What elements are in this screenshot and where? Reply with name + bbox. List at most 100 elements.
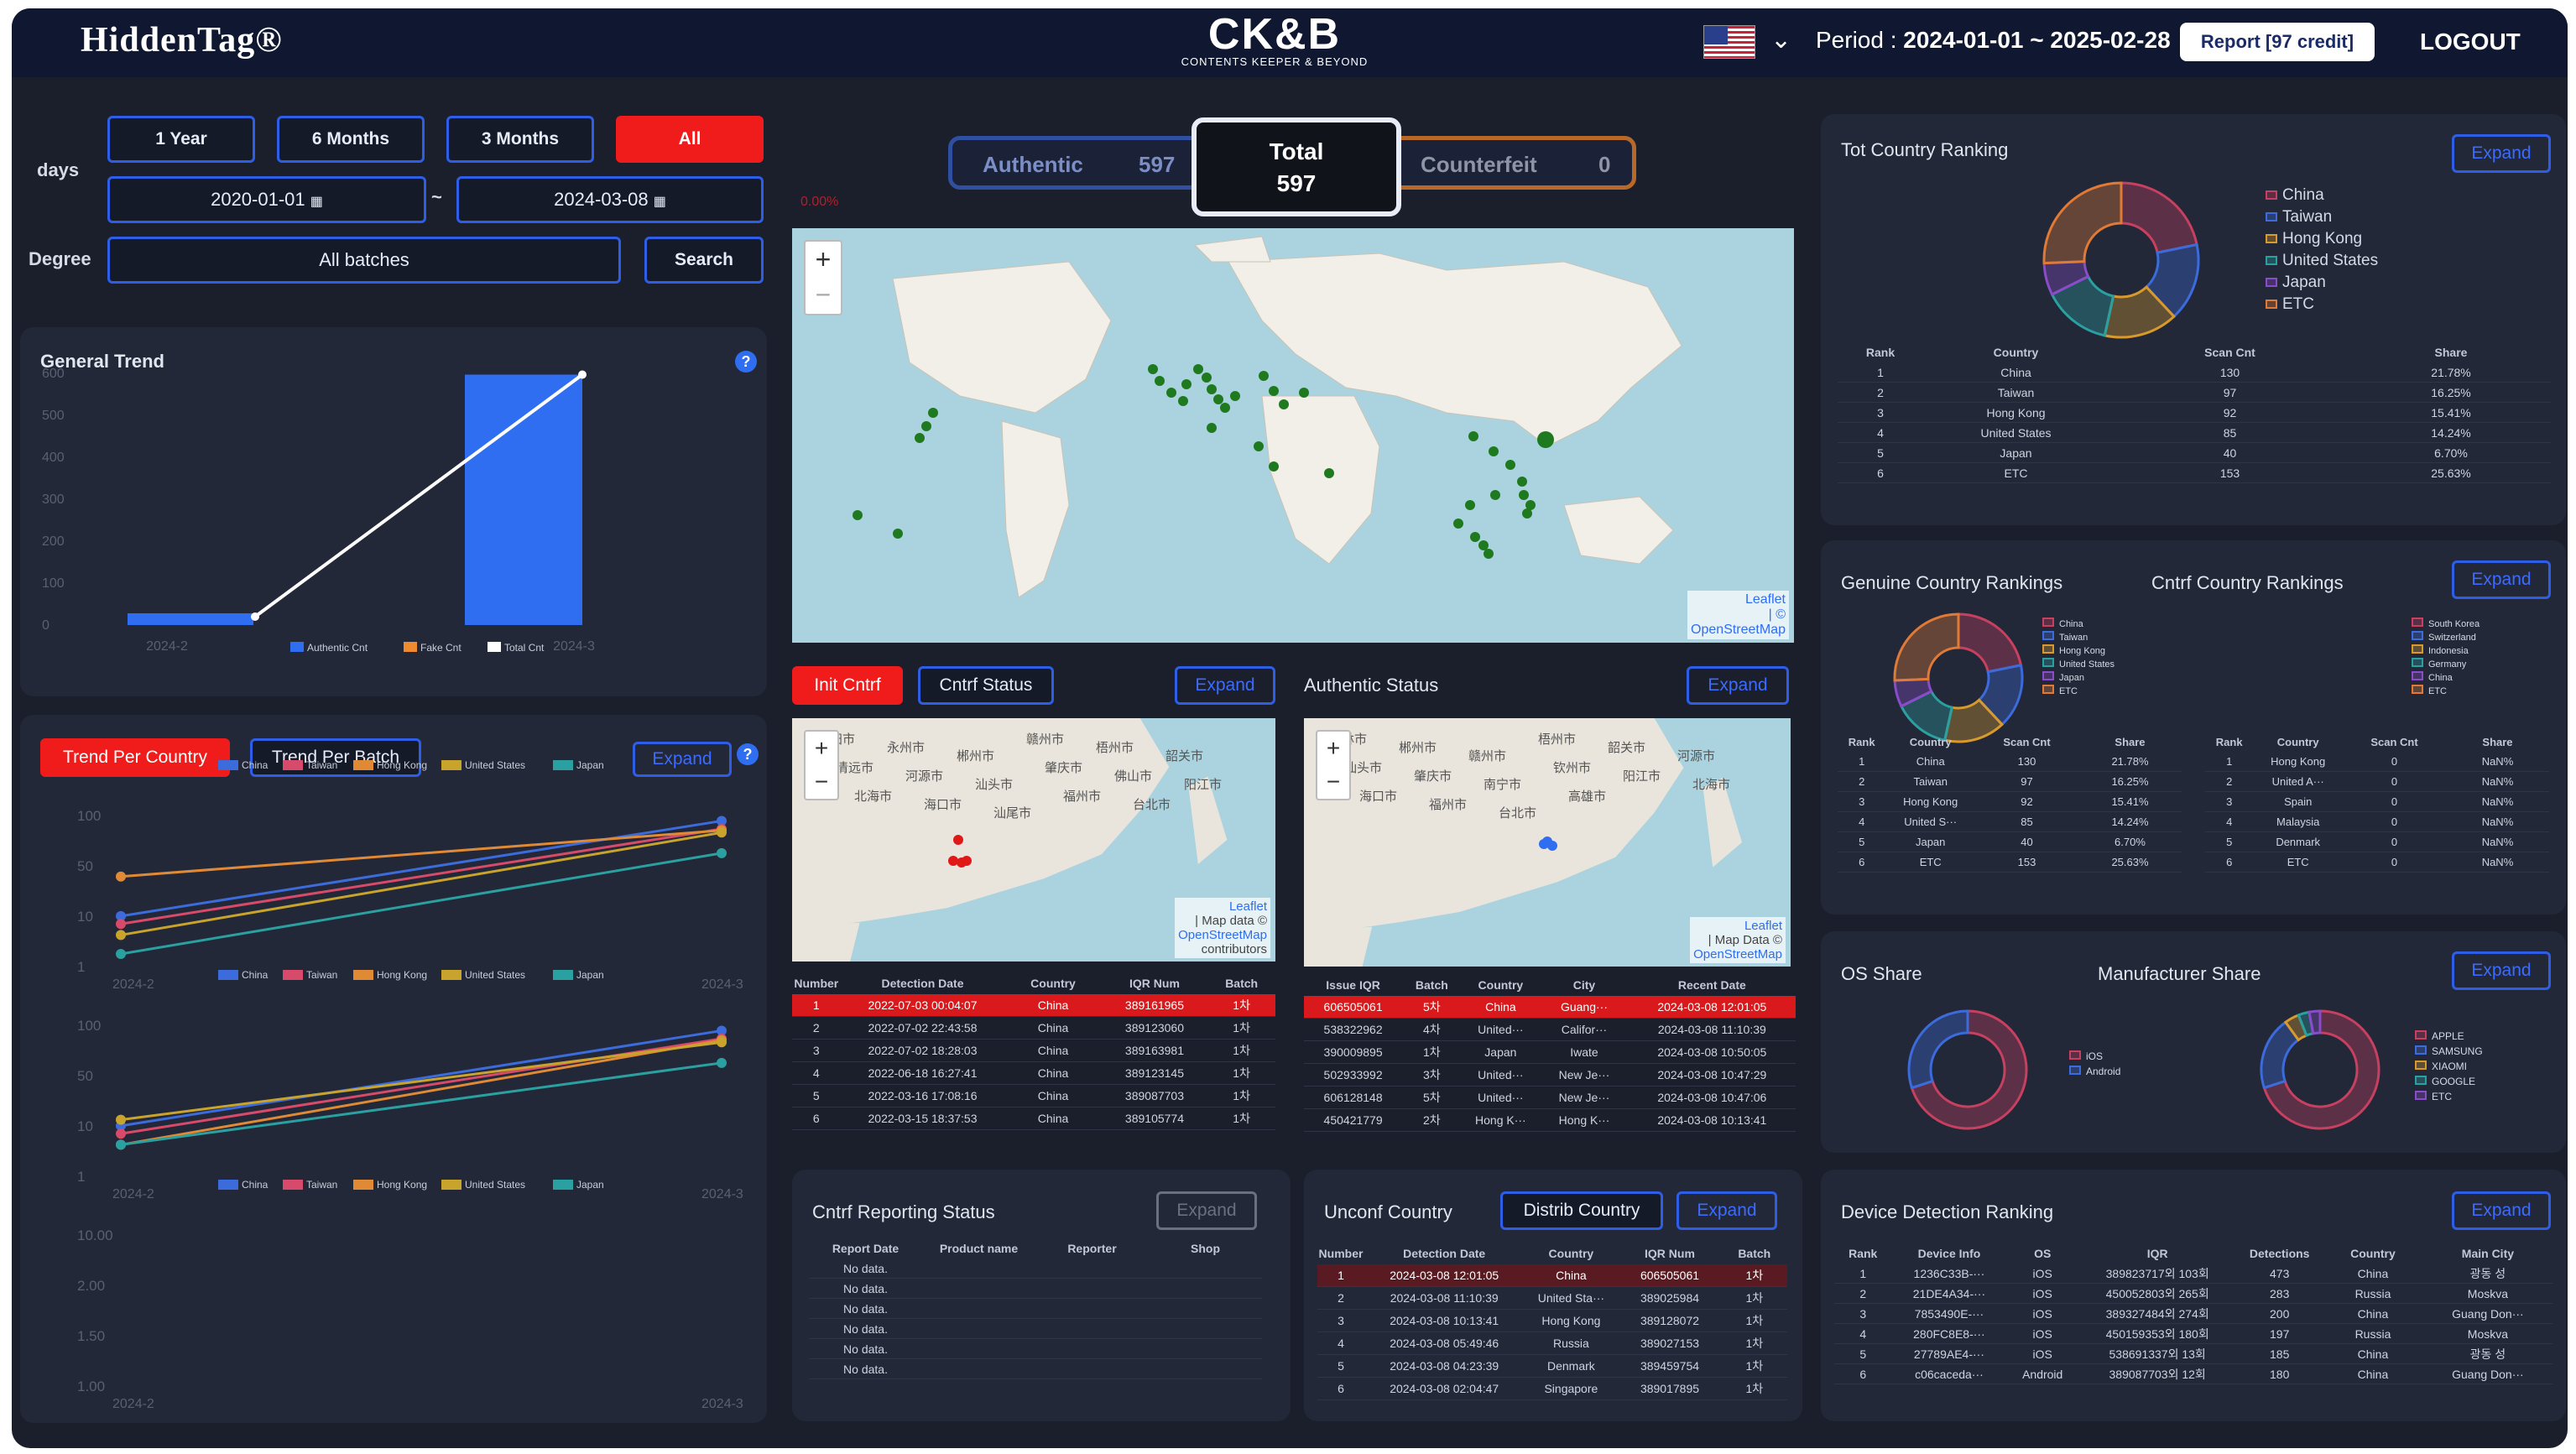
legend-item[interactable]: SAMSUNG	[2415, 1044, 2483, 1059]
expand-button[interactable]: Expand	[1676, 1191, 1777, 1230]
table-row[interactable]: 1 2024-03-08 12:01:05 China 606505061 1차	[1317, 1264, 1787, 1287]
table-row[interactable]: 5 Denmark 0 NaN%	[2205, 832, 2549, 852]
table-row[interactable]: 1 1236C33B-··· iOS 389823717외 103회 473 China 광…	[1834, 1264, 2553, 1284]
table-row[interactable]: No data.	[809, 1279, 1262, 1299]
expand-button[interactable]: Expand	[2452, 1191, 2551, 1230]
zoom-in-button[interactable]: +	[806, 242, 841, 277]
table-row[interactable]: 450421779 2차 Hong K··· Hong K··· 2024-03-08 …	[1304, 1109, 1796, 1132]
calendar-icon[interactable]: ▦	[654, 195, 666, 209]
column-header[interactable]: Share	[2078, 736, 2182, 748]
legend-item[interactable]: Japan	[2042, 671, 2115, 685]
table-row[interactable]: 5 2022-03-16 17:08:16 China 389087703 1차	[792, 1085, 1275, 1107]
legend-item[interactable]: Germany	[2412, 658, 2480, 671]
table-row[interactable]: 3 2022-07-02 18:28:03 China 389163981 1차	[792, 1040, 1275, 1062]
column-header[interactable]: Share	[2446, 736, 2549, 748]
column-header[interactable]: Detection Date	[841, 977, 1005, 990]
tab-init-cntrf[interactable]: Init Cntrf	[792, 666, 903, 705]
legend-item[interactable]: United States	[2042, 658, 2115, 671]
legend-item[interactable]: Hong Kong	[2266, 228, 2378, 250]
table-row[interactable]: 1 Hong Kong 0 NaN%	[2205, 752, 2549, 772]
legend-item[interactable]: Android	[2069, 1064, 2120, 1079]
legend-item[interactable]: ETC	[2266, 294, 2378, 315]
expand-button[interactable]: Expand	[1175, 666, 1275, 705]
table-row[interactable]: 6 ETC 0 NaN%	[2205, 852, 2549, 873]
table-row[interactable]: 3 2024-03-08 10:13:41 Hong Kong 389128072 1차	[1317, 1310, 1787, 1332]
date-to-input[interactable]: 2024-03-08 ▦	[456, 176, 764, 223]
attribution-osm[interactable]: OpenStreetMap	[1691, 623, 1786, 638]
table-row[interactable]: 5 2024-03-08 04:23:39 Denmark 389459754 1차	[1317, 1355, 1787, 1378]
table-row[interactable]: 4 2024-03-08 05:49:46 Russia 389027153 1차	[1317, 1332, 1787, 1355]
date-from-input[interactable]: 2020-01-01 ▦	[107, 176, 426, 223]
column-header[interactable]: Country	[1004, 977, 1101, 990]
table-row[interactable]: 2 United A··· 0 NaN%	[2205, 772, 2549, 792]
range-all-button[interactable]: All	[616, 116, 764, 163]
attribution-leaflet[interactable]: Leaflet	[1178, 899, 1267, 914]
report-button[interactable]: Report [97 credit]	[2180, 23, 2375, 61]
column-header[interactable]: Reporter	[1035, 1242, 1149, 1255]
table-row[interactable]: 1 China 130 21.78%	[1838, 752, 2182, 772]
column-header[interactable]: Recent Date	[1629, 978, 1796, 992]
range-1-year-button[interactable]: 1 Year	[107, 116, 255, 163]
legend-item[interactable]: APPLE	[2415, 1029, 2483, 1044]
column-header[interactable]: Batch	[1207, 977, 1275, 990]
degree-select[interactable]: All batches	[107, 237, 621, 284]
column-header[interactable]: Detection Date	[1364, 1247, 1524, 1260]
legend-item[interactable]: China	[2042, 618, 2115, 631]
column-header[interactable]: IQR	[2078, 1247, 2236, 1260]
column-header[interactable]: Country	[2253, 736, 2343, 748]
table-row[interactable]: 1 China 130 21.78%	[1838, 362, 2551, 383]
legend-item[interactable]: ETC	[2042, 685, 2115, 698]
counterfeit-pill[interactable]: Counterfeit 0	[1374, 136, 1636, 190]
column-header[interactable]: Scan Cnt	[1975, 736, 2078, 748]
zoom-in-button[interactable]: +	[1317, 732, 1349, 765]
total-pill[interactable]: Total 597	[1192, 117, 1401, 216]
column-header[interactable]: City	[1540, 978, 1628, 992]
table-row[interactable]: No data.	[809, 1259, 1262, 1279]
legend-item[interactable]: Hong Kong	[2042, 644, 2115, 658]
column-header[interactable]: IQR Num	[1618, 1247, 1721, 1260]
table-row[interactable]: No data.	[809, 1299, 1262, 1319]
table-row[interactable]: 3 Spain 0 NaN%	[2205, 792, 2549, 812]
column-header[interactable]: Share	[2351, 346, 2551, 359]
logout-button[interactable]: LOGOUT	[2420, 29, 2521, 55]
hiddentag-logo[interactable]: HiddenTag®	[81, 20, 283, 60]
column-header[interactable]: Number	[1317, 1247, 1364, 1260]
authentic-status-map[interactable]: 桂林市郴州市赣州市梧州市韶关市河源市汕头市肇庆市南宁市钦州市阳江市北海市海口市福…	[1304, 718, 1791, 967]
attribution-leaflet[interactable]: Leaflet	[1691, 592, 1786, 607]
attribution-osm[interactable]: OpenStreetMap	[1693, 947, 1782, 962]
world-map[interactable]: + − Leaflet | © OpenStreetMap	[792, 228, 1794, 643]
table-row[interactable]: 2 2024-03-08 11:10:39 United Sta··· 3890259…	[1317, 1287, 1787, 1310]
legend-item[interactable]: ETC	[2415, 1089, 2483, 1104]
table-row[interactable]: 4 United S··· 85 14.24%	[1838, 812, 2182, 832]
map-attribution[interactable]: Leaflet | © OpenStreetMap	[1687, 591, 1789, 639]
attribution-leaflet[interactable]: Leaflet	[1693, 919, 1782, 933]
tab-distrib-country[interactable]: Distrib Country	[1500, 1191, 1663, 1230]
column-header[interactable]: OS	[2006, 1247, 2078, 1260]
expand-button[interactable]: Expand	[1687, 666, 1789, 705]
table-row[interactable]: No data.	[809, 1319, 1262, 1339]
range-3-months-button[interactable]: 3 Months	[446, 116, 594, 163]
table-row[interactable]: 5 27789AE4-··· iOS 538691337외 13회 185 China 광동…	[1834, 1344, 2553, 1364]
column-header[interactable]: Rank	[1838, 736, 1885, 748]
legend-item[interactable]: China	[2412, 671, 2480, 685]
legend-item[interactable]: iOS	[2069, 1049, 2120, 1064]
table-row[interactable]: 6 ETC 153 25.63%	[1838, 463, 2551, 483]
legend-item[interactable]: Switzerland	[2412, 631, 2480, 644]
attribution-osm[interactable]: OpenStreetMap	[1178, 928, 1267, 942]
column-header[interactable]: Product name	[922, 1242, 1035, 1255]
column-header[interactable]: Detections	[2236, 1247, 2323, 1260]
table-row[interactable]: 6 2024-03-08 02:04:47 Singapore 389017895 1차	[1317, 1378, 1787, 1400]
expand-button[interactable]: Expand	[2452, 560, 2551, 599]
table-row[interactable]: 2 2022-07-02 22:43:58 China 389123060 1차	[792, 1017, 1275, 1040]
legend-item[interactable]: GOOGLE	[2415, 1074, 2483, 1089]
table-row[interactable]: 4 United States 85 14.24%	[1838, 423, 2551, 443]
expand-button[interactable]: Expand	[2452, 134, 2551, 173]
legend-item[interactable]: ETC	[2412, 685, 2480, 698]
table-row[interactable]: 6 ETC 153 25.63%	[1838, 852, 2182, 873]
legend-item[interactable]: China	[2266, 185, 2378, 206]
table-row[interactable]: 5 Japan 40 6.70%	[1838, 832, 2182, 852]
table-row[interactable]: 2 Taiwan 97 16.25%	[1838, 772, 2182, 792]
column-header[interactable]: Issue IQR	[1304, 978, 1402, 992]
column-header[interactable]: Device Info	[1891, 1247, 2006, 1260]
legend-item[interactable]: Japan	[2266, 272, 2378, 294]
